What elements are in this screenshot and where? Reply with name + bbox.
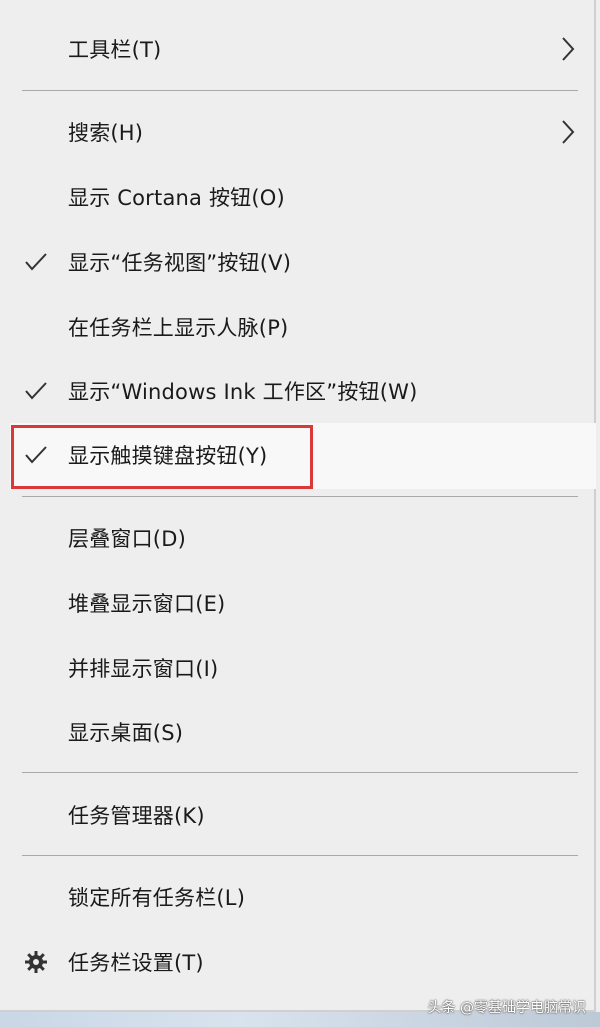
menu-item-label: 显示“Windows Ink 工作区”按钮(W) — [68, 380, 418, 404]
menu-item-search[interactable]: 搜索(H) — [0, 101, 596, 163]
menu-item-show-windows-ink[interactable]: 显示“Windows Ink 工作区”按钮(W) — [0, 360, 596, 422]
menu-item-label: 层叠窗口(D) — [68, 527, 186, 551]
menu-item-label: 任务栏设置(T) — [68, 951, 204, 975]
checkmark-icon — [25, 253, 47, 271]
menu-item-show-desktop[interactable]: 显示桌面(S) — [0, 701, 596, 763]
menu-item-label: 搜索(H) — [68, 121, 144, 145]
menu-item-label: 工具栏(T) — [68, 38, 162, 62]
menu-item-label: 显示“任务视图”按钮(V) — [68, 251, 292, 275]
menu-item-show-cortana[interactable]: 显示 Cortana 按钮(O) — [0, 166, 596, 228]
watermark-text: 头条 @零基础学电脑常识 — [427, 1000, 586, 1016]
menu-item-label: 显示 Cortana 按钮(O) — [68, 186, 285, 210]
checkmark-icon — [25, 382, 47, 400]
menu-item-label: 在任务栏上显示人脉(P) — [68, 316, 289, 340]
menu-item-label: 堆叠显示窗口(E) — [68, 592, 226, 616]
chevron-right-icon — [562, 37, 575, 61]
menu-item-side-by-side-windows[interactable]: 并排显示窗口(I) — [0, 637, 596, 699]
menu-separator — [22, 90, 578, 91]
annotation-red-box — [11, 425, 313, 489]
taskbar-context-menu: 工具栏(T) 搜索(H) 显示 Cortana 按钮(O) 显示“任务视图”按钮… — [0, 0, 596, 1012]
chevron-right-icon — [562, 120, 575, 144]
menu-item-label: 锁定所有任务栏(L) — [68, 886, 246, 910]
menu-item-lock-taskbars[interactable]: 锁定所有任务栏(L) — [0, 866, 596, 928]
menu-item-stack-windows[interactable]: 堆叠显示窗口(E) — [0, 572, 596, 634]
menu-item-taskbar-settings[interactable]: 任务栏设置(T) — [0, 931, 596, 993]
menu-separator — [22, 496, 578, 497]
gear-icon — [25, 951, 47, 973]
menu-item-task-manager[interactable]: 任务管理器(K) — [0, 784, 596, 846]
menu-item-label: 显示桌面(S) — [68, 721, 184, 745]
menu-item-toolbars[interactable]: 工具栏(T) — [0, 18, 596, 80]
menu-item-show-task-view[interactable]: 显示“任务视图”按钮(V) — [0, 231, 596, 293]
menu-item-label: 并排显示窗口(I) — [68, 657, 219, 681]
menu-item-label: 任务管理器(K) — [68, 804, 205, 828]
menu-item-cascade-windows[interactable]: 层叠窗口(D) — [0, 507, 596, 569]
menu-separator — [22, 855, 578, 856]
menu-separator — [22, 772, 578, 773]
menu-item-show-people[interactable]: 在任务栏上显示人脉(P) — [0, 296, 596, 358]
